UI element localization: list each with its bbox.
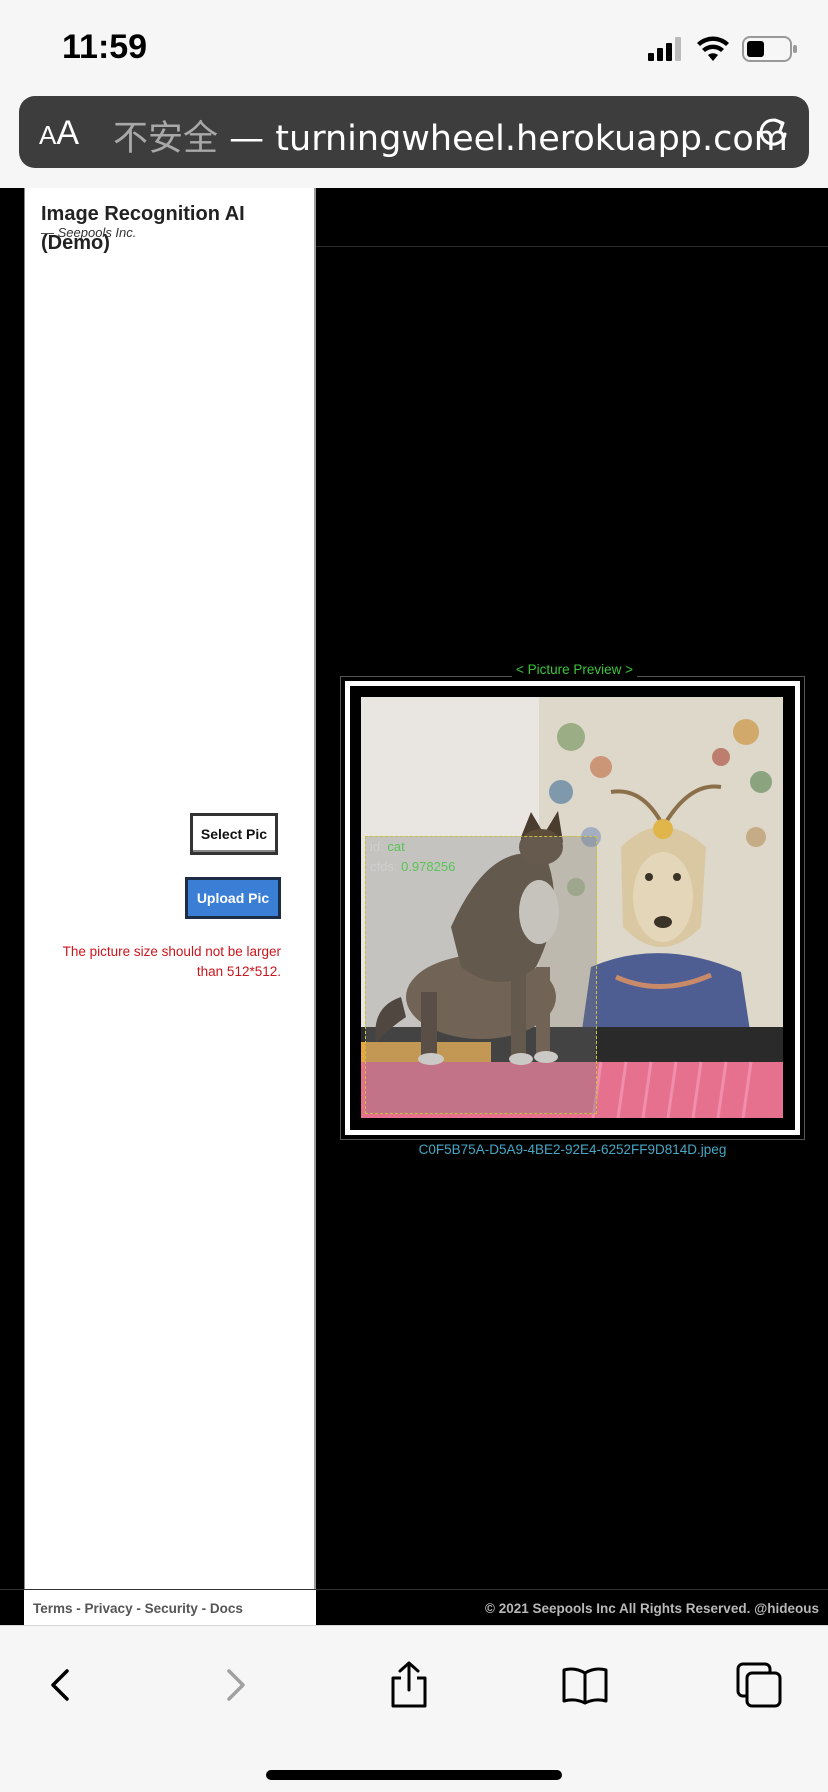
browser-address-area: AA 不安全 — turningwheel.herokuapp.com <box>0 92 828 188</box>
chevron-right-icon <box>227 1669 245 1701</box>
url-domain: turningwheel.herokuapp.com <box>275 119 788 159</box>
copyright-text: © 2021 Seepools Inc All Rights Reserved.… <box>485 1601 819 1616</box>
home-indicator <box>266 1770 562 1780</box>
footer-link-privacy[interactable]: Privacy <box>85 1601 133 1616</box>
cellular-signal-icon <box>648 37 681 61</box>
select-pic-button[interactable]: Select Pic <box>190 813 278 855</box>
clock-time: 11:59 <box>62 28 148 66</box>
sidebar: Image Recognition AI (Demo) — Seepools I… <box>24 188 316 1625</box>
url-separator: — <box>229 119 265 159</box>
battery-icon <box>742 36 797 62</box>
detection-bounding-box: id: cat cfds: 0.978256 <box>365 836 597 1114</box>
back-button[interactable] <box>26 1650 96 1720</box>
status-bar: 11:59 <box>0 0 828 92</box>
detection-confidence: cfds: 0.978256 <box>370 859 456 874</box>
status-icons <box>648 34 798 64</box>
tabs-icon <box>736 1662 782 1708</box>
reload-icon[interactable] <box>755 114 791 150</box>
detection-id: id: cat <box>370 839 405 854</box>
size-warning-text: The picture size should not be larger th… <box>62 944 281 979</box>
security-warning-label: 不安全 <box>113 119 219 159</box>
url-text[interactable]: 不安全 — turningwheel.herokuapp.com <box>113 110 788 161</box>
upload-pic-button[interactable]: Upload Pic <box>185 877 281 919</box>
picture-preview-label: < Picture Preview > <box>512 662 638 677</box>
header-divider <box>316 246 828 247</box>
forward-button[interactable] <box>200 1650 270 1720</box>
reader-text-size-button[interactable]: AA <box>39 114 79 153</box>
web-page: Image Recognition AI (Demo) — Seepools I… <box>0 188 828 1625</box>
address-bar[interactable]: AA 不安全 — turningwheel.herokuapp.com <box>19 96 809 168</box>
tabs-button[interactable] <box>724 1650 794 1720</box>
footer-links-panel: Terms - Privacy - Security - Docs <box>24 1590 316 1625</box>
wifi-icon <box>697 36 729 61</box>
browser-toolbar <box>0 1625 828 1792</box>
footer-link-docs[interactable]: Docs <box>210 1601 243 1616</box>
chevron-left-icon <box>51 1669 69 1701</box>
preview-filename: C0F5B75A-D5A9-4BE2-92E4-6252FF9D814D.jpe… <box>418 1142 727 1157</box>
footer-link-terms[interactable]: Terms <box>33 1601 73 1616</box>
footer-link-security[interactable]: Security <box>145 1601 198 1616</box>
bookmarks-button[interactable] <box>550 1650 620 1720</box>
footer-links: Terms - Privacy - Security - Docs <box>33 1601 243 1616</box>
app-subtitle: — Seepools Inc. <box>41 225 137 240</box>
book-icon <box>562 1667 608 1705</box>
share-button[interactable] <box>374 1650 444 1720</box>
share-icon <box>391 1661 427 1708</box>
